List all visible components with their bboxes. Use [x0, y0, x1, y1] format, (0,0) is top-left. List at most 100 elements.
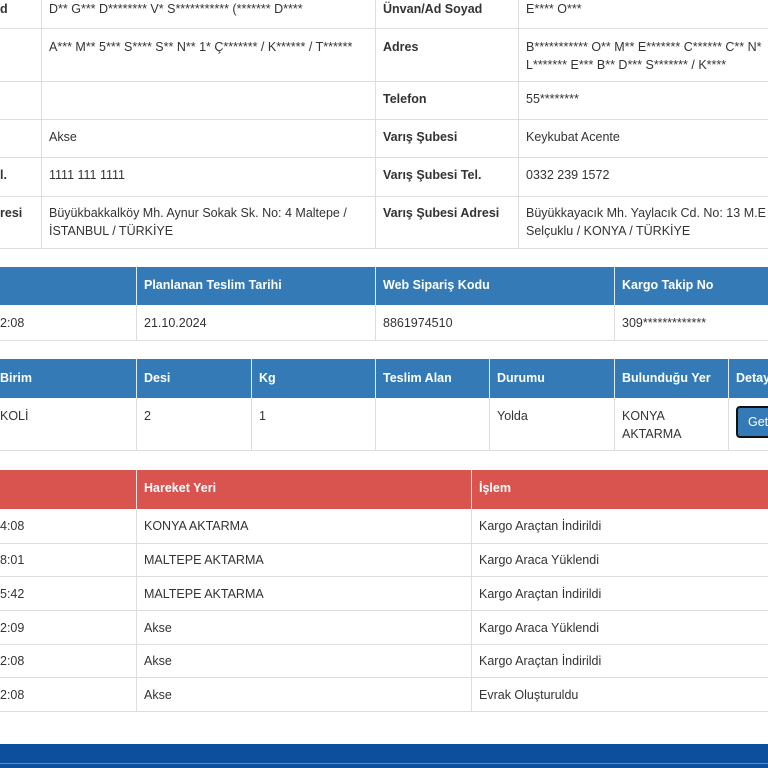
origin-tel-label: l.	[0, 168, 7, 182]
col-divider	[489, 359, 490, 398]
row-divider	[0, 340, 768, 341]
dest-tel-label: Varış Şubesi Tel.	[383, 168, 482, 182]
detail-get-button[interactable]: Getir	[736, 406, 768, 438]
col-divider	[614, 267, 615, 305]
package-kg: 1	[259, 409, 266, 423]
origin-tel: 1111 111 1111	[49, 168, 125, 182]
header-location: Bulunduğu Yer	[622, 371, 711, 385]
header-status: Durumu	[497, 371, 545, 385]
movement-time: 4:08	[0, 519, 25, 533]
movement-action: Kargo Araçtan İndirildi	[479, 654, 602, 668]
col-divider	[518, 0, 519, 248]
row-divider	[0, 196, 768, 197]
movement-place: KONYA AKTARMA	[144, 519, 249, 533]
col-divider	[375, 398, 376, 450]
col-divider	[136, 305, 137, 340]
movement-place: MALTEPE AKTARMA	[144, 553, 264, 567]
header-movement-place: Hareket Yeri	[144, 481, 217, 495]
movement-time: 8:01	[0, 553, 25, 567]
row-divider	[0, 576, 768, 577]
order-time: 2:08	[0, 316, 25, 330]
movement-place: Akse	[144, 621, 172, 635]
row-divider	[0, 450, 768, 451]
row-divider	[0, 157, 768, 158]
header-received-by: Teslim Alan	[383, 371, 452, 385]
receiver-name-label: Ünvan/Ad Soyad	[383, 2, 483, 16]
footer-divider	[0, 763, 768, 764]
movement-place: Akse	[144, 654, 172, 668]
col-divider	[375, 0, 376, 248]
movement-action: Kargo Araca Yüklendi	[479, 553, 599, 567]
movement-time: 2:08	[0, 688, 25, 702]
dest-address-line1: Büyükkayacık Mh. Yaylacık Cd. No: 13 M.E	[526, 206, 766, 220]
dest-branch: Keykubat Acente	[526, 130, 620, 144]
col-divider	[136, 267, 137, 305]
row-divider	[0, 119, 768, 120]
row-divider	[0, 644, 768, 645]
col-divider	[614, 398, 615, 450]
dest-address-line2: Selçuklu / KONYA / TÜRKİYE	[526, 224, 691, 238]
row-divider	[0, 677, 768, 678]
col-divider	[375, 305, 376, 340]
receiver-name: E**** O***	[526, 2, 582, 16]
origin-address-line1: Büyükbakkalköy Mh. Aynur Sokak Sk. No: 4…	[49, 206, 347, 220]
col-divider	[614, 305, 615, 340]
origin-address-line2: İSTANBUL / TÜRKİYE	[49, 224, 174, 238]
movement-time: 2:09	[0, 621, 25, 635]
tracking-no: 309*************	[622, 316, 707, 330]
row-divider	[0, 248, 768, 249]
col-divider	[136, 470, 137, 509]
movement-place: Akse	[144, 688, 172, 702]
col-divider	[728, 398, 729, 450]
header-desi: Desi	[144, 371, 171, 385]
header-unit: Birim	[0, 371, 32, 385]
col-divider	[614, 359, 615, 398]
col-divider	[41, 0, 42, 248]
col-divider	[375, 359, 376, 398]
movement-action: Evrak Oluşturuldu	[479, 688, 579, 702]
movement-action: Kargo Araçtan İndirildi	[479, 519, 602, 533]
col-divider	[728, 359, 729, 398]
header-kg: Kg	[259, 371, 276, 385]
row-divider	[0, 543, 768, 544]
web-order-code: 8861974510	[383, 316, 453, 330]
receiver-address-line1: B*********** O** M** E******* C****** C*…	[526, 40, 762, 54]
planned-delivery-date: 21.10.2024	[144, 316, 207, 330]
package-status: Yolda	[497, 409, 528, 423]
col-divider	[136, 398, 137, 450]
col-divider	[136, 359, 137, 398]
dest-branch-label: Varış Şubesi	[383, 130, 458, 144]
header-planned-delivery: Planlanan Teslim Tarihi	[144, 278, 282, 292]
dest-tel: 0332 239 1572	[526, 168, 610, 182]
col-divider	[251, 359, 252, 398]
row-divider	[0, 711, 768, 712]
col-divider	[251, 398, 252, 450]
movement-action: Kargo Araca Yüklendi	[479, 621, 599, 635]
movements-header	[0, 470, 768, 509]
package-unit: KOLİ	[0, 409, 29, 423]
movement-time: 5:42	[0, 587, 25, 601]
receiver-address-line2: L******* E*** B** D*** S******* / K****	[526, 58, 727, 72]
movement-action: Kargo Araçtan İndirildi	[479, 587, 602, 601]
origin-branch: Akse	[49, 130, 77, 144]
sender-name-label: d	[0, 2, 8, 16]
header-web-order-code: Web Sipariş Kodu	[383, 278, 490, 292]
package-desi: 2	[144, 409, 151, 423]
row-divider	[0, 28, 768, 29]
movement-time: 2:08	[0, 654, 25, 668]
package-location-line1: KONYA	[622, 409, 665, 423]
sender-address: A*** M** 5*** S**** S** N** 1* Ç******* …	[49, 40, 353, 54]
receiver-phone: 55********	[526, 92, 579, 106]
col-divider	[375, 267, 376, 305]
footer-bar	[0, 744, 768, 768]
origin-address-label: resi	[0, 206, 23, 220]
col-divider	[471, 470, 472, 509]
sender-name: D** G*** D******** V* S*********** (****…	[49, 2, 303, 16]
receiver-phone-label: Telefon	[383, 92, 427, 106]
col-divider	[489, 398, 490, 450]
header-tracking-no: Kargo Takip No	[622, 278, 714, 292]
header-action: İşlem	[479, 481, 511, 495]
row-divider	[0, 610, 768, 611]
header-detail: Detay	[736, 371, 768, 385]
movement-place: MALTEPE AKTARMA	[144, 587, 264, 601]
